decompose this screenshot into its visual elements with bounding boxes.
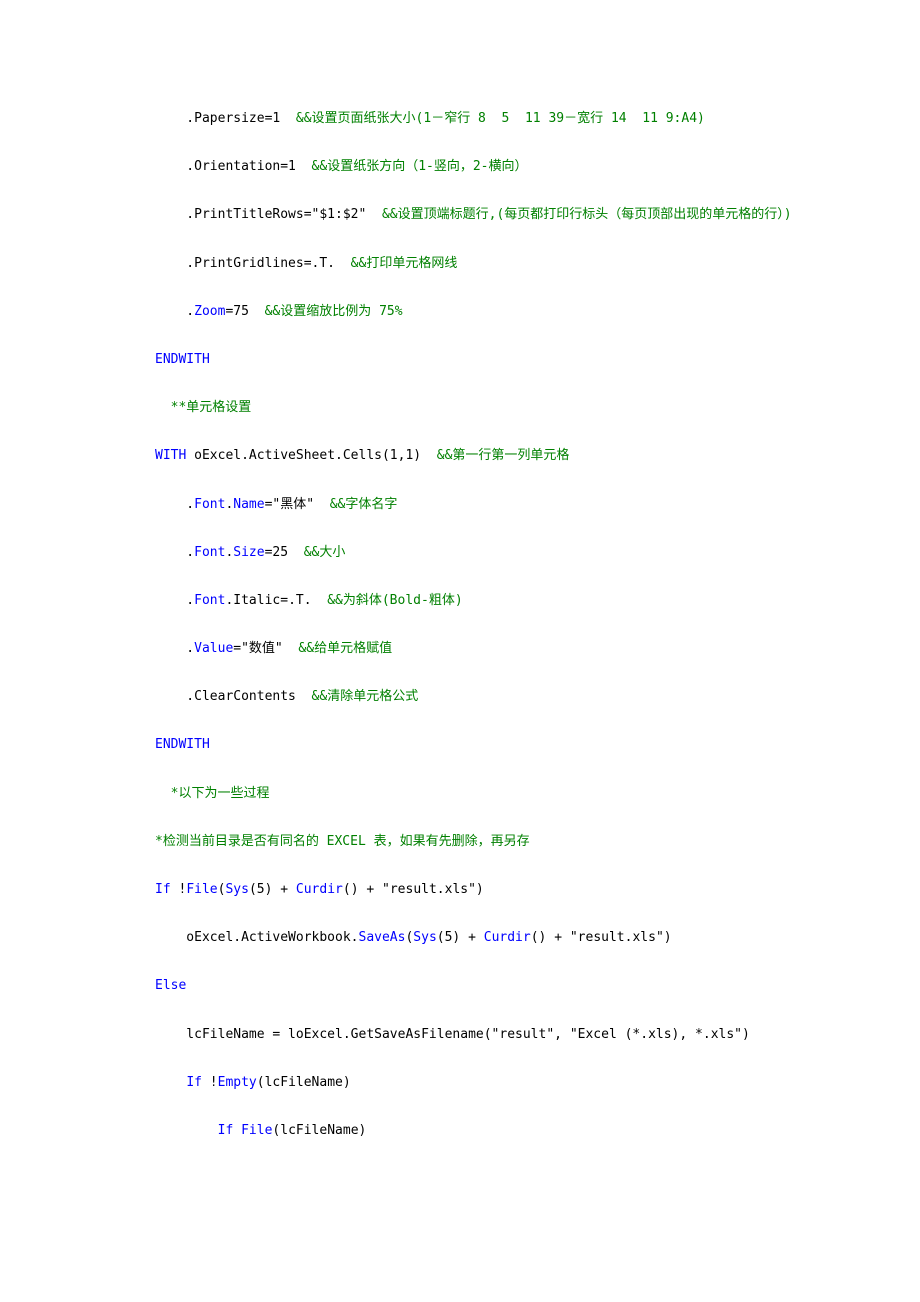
- keyword: WITH: [155, 448, 186, 463]
- keyword: If: [155, 882, 171, 897]
- code-text: (5) +: [249, 882, 296, 897]
- code-text: .PrintGridlines=.T.: [155, 256, 351, 271]
- property: Zoom: [194, 304, 225, 319]
- comment: *检测当前目录是否有同名的 EXCEL 表，如果有先删除，再另存: [155, 834, 530, 849]
- code-text: .PrintTitleRows="$1:$2": [155, 207, 382, 222]
- code-line: Else: [155, 977, 765, 995]
- comment: &&第一行第一列单元格: [437, 448, 570, 463]
- comment: &&打印单元格网线: [351, 256, 458, 271]
- keyword: If: [186, 1075, 202, 1090]
- code-text: () + "result.xls"): [343, 882, 484, 897]
- property: Font: [194, 497, 225, 512]
- code-text: .: [155, 641, 194, 656]
- property: Font: [194, 593, 225, 608]
- code-text: (lcFileName): [257, 1075, 351, 1090]
- function: Curdir: [296, 882, 343, 897]
- code-line: .PrintGridlines=.T. &&打印单元格网线: [155, 255, 765, 273]
- code-text: ="数值": [233, 641, 298, 656]
- comment: *以下为一些过程: [155, 786, 269, 801]
- comment: &&设置页面纸张大小(1－窄行 8 5 11 39－宽行 14 11 9:A4): [296, 111, 705, 126]
- code-line: If !File(Sys(5) + Curdir() + "result.xls…: [155, 881, 765, 899]
- code-text: .: [155, 593, 194, 608]
- comment: &&设置顶端标题行,(每页都打印行标头（每页顶部出现的单元格的行）): [382, 207, 792, 222]
- code-text: .: [155, 304, 194, 319]
- code-line: .Value="数值" &&给单元格赋值: [155, 640, 765, 658]
- code-line: *以下为一些过程: [155, 785, 765, 803]
- code-text: oExcel.ActiveSheet.Cells(1,1): [186, 448, 436, 463]
- keyword: ENDWITH: [155, 352, 210, 367]
- comment: &&清除单元格公式: [312, 689, 419, 704]
- code-line: ENDWITH: [155, 351, 765, 369]
- code-line: .Orientation=1 &&设置纸张方向（1-竖向，2-横向）: [155, 158, 765, 176]
- keyword: Else: [155, 978, 186, 993]
- code-text: [155, 1075, 186, 1090]
- comment: &&设置纸张方向（1-竖向，2-横向）: [312, 159, 528, 174]
- comment: **单元格设置: [155, 400, 251, 415]
- code-text: =25: [265, 545, 304, 560]
- function: Sys: [225, 882, 248, 897]
- code-text: lcFileName = loExcel.GetSaveAsFilename("…: [155, 1027, 750, 1042]
- code-text: () + "result.xls"): [531, 930, 672, 945]
- comment: &&给单元格赋值: [298, 641, 392, 656]
- code-line: If File(lcFileName): [155, 1122, 765, 1140]
- code-text: .Orientation=1: [155, 159, 312, 174]
- property: Size: [233, 545, 264, 560]
- code-text: .Italic=.T.: [225, 593, 327, 608]
- code-text: !: [171, 882, 187, 897]
- code-line: lcFileName = loExcel.GetSaveAsFilename("…: [155, 1026, 765, 1044]
- keyword: If File: [218, 1123, 273, 1138]
- code-line: .PrintTitleRows="$1:$2" &&设置顶端标题行,(每页都打印…: [155, 206, 765, 224]
- function: Empty: [218, 1075, 257, 1090]
- function: Sys: [413, 930, 436, 945]
- keyword: ENDWITH: [155, 737, 210, 752]
- comment: &&为斜体(Bold-粗体): [327, 593, 462, 608]
- code-line: .ClearContents &&清除单元格公式: [155, 688, 765, 706]
- property: Name: [233, 497, 264, 512]
- function: SaveAs: [359, 930, 406, 945]
- code-text: =75: [225, 304, 264, 319]
- code-line: .Papersize=1 &&设置页面纸张大小(1－窄行 8 5 11 39－宽…: [155, 110, 765, 128]
- code-line: oExcel.ActiveWorkbook.SaveAs(Sys(5) + Cu…: [155, 929, 765, 947]
- code-line: ENDWITH: [155, 736, 765, 754]
- property: Value: [194, 641, 233, 656]
- code-text: (5) +: [437, 930, 484, 945]
- code-text: ="黑体": [265, 497, 330, 512]
- code-text: .: [155, 545, 194, 560]
- code-text: oExcel.ActiveWorkbook.: [155, 930, 359, 945]
- code-text: [155, 1123, 218, 1138]
- code-document: .Papersize=1 &&设置页面纸张大小(1－窄行 8 5 11 39－宽…: [0, 0, 920, 1230]
- code-line: **单元格设置: [155, 399, 765, 417]
- code-line: .Zoom=75 &&设置缩放比例为 75%: [155, 303, 765, 321]
- code-line: .Font.Name="黑体" &&字体名字: [155, 496, 765, 514]
- code-text: .ClearContents: [155, 689, 312, 704]
- property: Font: [194, 545, 225, 560]
- comment: &&大小: [304, 545, 346, 560]
- function: Curdir: [484, 930, 531, 945]
- comment: &&字体名字: [330, 497, 398, 512]
- code-text: .: [155, 497, 194, 512]
- code-line: WITH oExcel.ActiveSheet.Cells(1,1) &&第一行…: [155, 447, 765, 465]
- code-line: .Font.Size=25 &&大小: [155, 544, 765, 562]
- code-text: .Papersize=1: [155, 111, 296, 126]
- code-line: *检测当前目录是否有同名的 EXCEL 表，如果有先删除，再另存: [155, 833, 765, 851]
- comment: &&设置缩放比例为 75%: [265, 304, 403, 319]
- code-line: .Font.Italic=.T. &&为斜体(Bold-粗体): [155, 592, 765, 610]
- code-text: !: [202, 1075, 218, 1090]
- code-line: If !Empty(lcFileName): [155, 1074, 765, 1092]
- function: File: [186, 882, 217, 897]
- code-text: (lcFileName): [272, 1123, 366, 1138]
